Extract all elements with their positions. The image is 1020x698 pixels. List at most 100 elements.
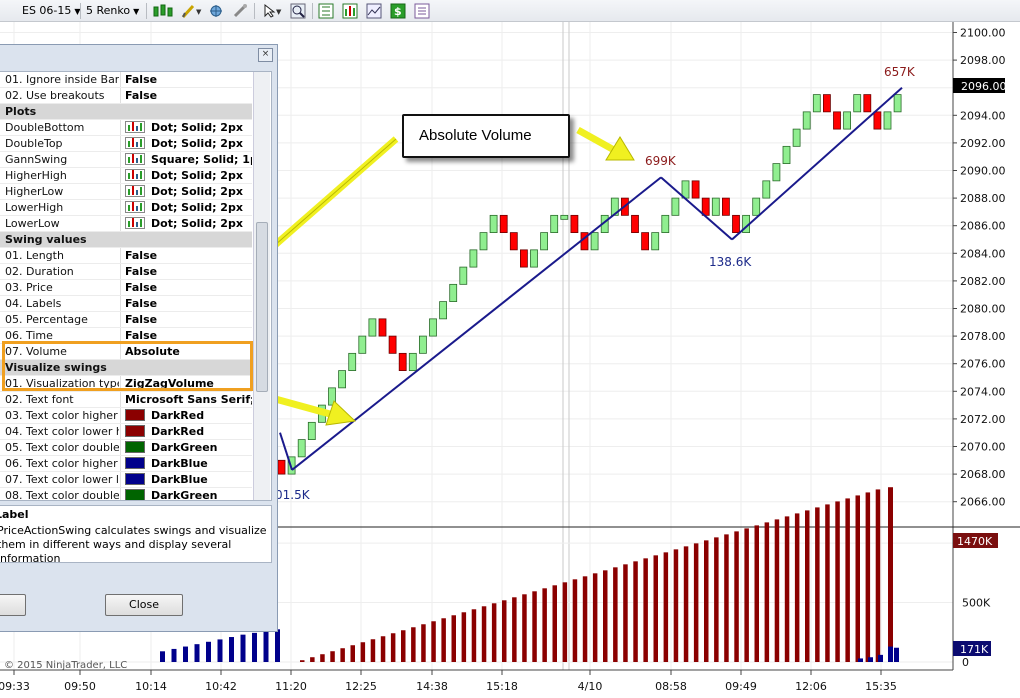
instrument-selector[interactable]: ES 06-15 ▼ (22, 3, 81, 19)
renko-bar-up (711, 197, 720, 216)
renko-bar-up (479, 232, 488, 251)
property-value[interactable]: DarkRed (120, 408, 252, 423)
property-row[interactable]: 05. Text color double top DarkGreen (0, 440, 252, 456)
property-value[interactable]: Dot; Solid; 2px (120, 200, 252, 215)
property-row[interactable]: DoubleBottom Dot; Solid; 2px (0, 120, 252, 136)
property-row[interactable]: 05. Percentage False (0, 312, 252, 328)
property-row[interactable]: 07. Text color lower low DarkBlue (0, 472, 252, 488)
property-category[interactable]: Plots (0, 104, 252, 120)
draw-line-icon[interactable]: ▼ (180, 3, 204, 19)
property-value[interactable]: False (120, 264, 252, 279)
property-value[interactable]: Square; Solid; 1px (120, 152, 252, 167)
property-row[interactable]: DoubleTop Dot; Solid; 2px (0, 136, 252, 152)
price-tick-label: 2100.00 (960, 27, 1006, 40)
renko-bar-down (520, 249, 528, 268)
property-row[interactable]: LowerLow Dot; Solid; 2px (0, 216, 252, 232)
indicator-properties-dialog: × 01. Ignore inside Bars False 02. Use bre… (0, 44, 278, 632)
property-row[interactable]: LowerHigh Dot; Solid; 2px (0, 200, 252, 216)
property-value[interactable]: DarkGreen (120, 488, 252, 500)
property-value[interactable]: False (120, 248, 252, 263)
volume-bar-down (894, 647, 899, 662)
property-value[interactable]: DarkGreen (120, 440, 252, 455)
property-row[interactable]: 06. Text color higher low DarkBlue (0, 456, 252, 472)
toolbar-separator (312, 3, 313, 19)
property-value[interactable]: Dot; Solid; 2px (120, 136, 252, 151)
property-row[interactable]: HigherLow Dot; Solid; 2px (0, 184, 252, 200)
property-row[interactable]: 01. Ignore inside Bars False (0, 72, 252, 88)
price-tick-label: 2098.00 (960, 54, 1006, 67)
property-value[interactable]: False (120, 72, 252, 87)
time-tick-label: 15:35 (865, 680, 897, 693)
property-value[interactable]: Dot; Solid; 2px (120, 184, 252, 199)
scrollbar-thumb[interactable] (256, 222, 268, 392)
properties-icon[interactable] (414, 3, 430, 19)
volume-bar-up (603, 570, 608, 662)
bar-type-selector[interactable]: 5 Renko ▼ (86, 3, 139, 19)
property-value[interactable]: DarkBlue (120, 472, 252, 487)
property-value[interactable]: Dot; Solid; 2px (120, 120, 252, 135)
renko-bar-up (853, 94, 862, 113)
property-row[interactable]: 04. Text color lower high DarkRed (0, 424, 252, 440)
property-grid-scrollbar[interactable] (253, 72, 270, 500)
property-value[interactable]: DarkRed (120, 424, 252, 439)
property-name: DoubleTop (5, 137, 63, 150)
property-name: DoubleBottom (5, 121, 85, 134)
volume-setting-highlight (2, 341, 253, 391)
property-row[interactable]: 08. Text color double bottom DarkGreen (0, 488, 252, 500)
property-value[interactable]: DarkBlue (120, 456, 252, 471)
add-indicator-icon[interactable] (208, 3, 224, 19)
chart-style-icon[interactable] (152, 3, 176, 19)
renko-bar-down (722, 197, 730, 216)
zoom-icon[interactable] (290, 3, 306, 19)
volume-bar-up (461, 612, 467, 662)
property-category[interactable]: Swing values (0, 232, 252, 248)
property-value[interactable]: False (120, 88, 252, 103)
data-box-icon[interactable] (318, 3, 334, 19)
property-value[interactable]: False (120, 280, 252, 295)
volume-bar-down (858, 658, 863, 662)
renko-bar-up (358, 335, 367, 354)
renko-bar-up (459, 266, 468, 285)
property-row[interactable]: 02. Text font Microsoft Sans Serif; 9 (0, 392, 252, 408)
property-row[interactable]: 02. Duration False (0, 264, 252, 280)
property-row[interactable]: 02. Use breakouts False (0, 88, 252, 104)
dollar-icon[interactable]: $ (390, 3, 406, 19)
time-tick-label: 14:38 (416, 680, 448, 693)
volume-bar-down (275, 629, 280, 662)
renko-bar-up (489, 214, 498, 234)
svg-text:▼: ▼ (276, 8, 282, 16)
price-tick-label: 2084.00 (960, 247, 1006, 260)
cursor-icon[interactable]: ▼ (262, 3, 284, 19)
property-value-text: False (125, 265, 158, 278)
volume-bar-up (502, 600, 507, 662)
property-row[interactable]: 03. Price False (0, 280, 252, 296)
chevron-down-icon: ▼ (133, 7, 140, 16)
close-icon[interactable]: × (258, 48, 273, 62)
property-row[interactable]: 04. Labels False (0, 296, 252, 312)
volume-last-tag: 171K (960, 643, 989, 656)
property-value[interactable]: Dot; Solid; 2px (120, 168, 252, 183)
bar-chart-icon[interactable] (342, 3, 358, 19)
property-value[interactable]: False (120, 296, 252, 311)
renko-bar-up (368, 318, 377, 337)
property-value[interactable]: False (120, 312, 252, 327)
volume-bar-up (653, 555, 658, 662)
volume-bar-up (471, 609, 477, 662)
price-tick-label: 2092.00 (960, 137, 1006, 150)
dialog-left-button[interactable] (0, 594, 26, 616)
line-chart-icon[interactable] (366, 3, 382, 19)
close-button[interactable]: Close (105, 594, 183, 616)
strategy-icon[interactable] (232, 3, 248, 19)
volume-bar-up (481, 606, 487, 662)
property-value[interactable]: Dot; Solid; 2px (120, 216, 252, 231)
property-row[interactable]: HigherHigh Dot; Solid; 2px (0, 168, 252, 184)
property-row[interactable]: 01. Length False (0, 248, 252, 264)
plot-icon (125, 201, 145, 213)
property-value-text: False (125, 89, 158, 102)
price-tick-label: 2066.00 (960, 496, 1006, 509)
property-value[interactable]: Microsoft Sans Serif; 9 (120, 392, 252, 407)
property-grid[interactable]: 01. Ignore inside Bars False 02. Use break… (0, 71, 272, 501)
property-row[interactable]: GannSwing Square; Solid; 1px (0, 152, 252, 168)
property-row[interactable]: 03. Text color higher high DarkRed (0, 408, 252, 424)
category-label: Plots (5, 105, 37, 118)
